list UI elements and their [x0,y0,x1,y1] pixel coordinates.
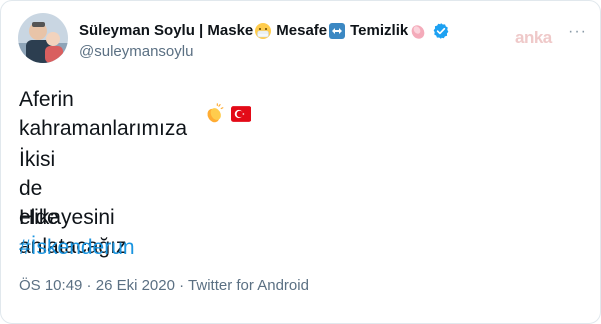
display-name[interactable]: Süleyman Soylu | Maske Mesafe Temizlik [79,21,452,41]
verified-badge-icon [433,23,449,39]
tweet-source[interactable]: Twitter for Android [188,277,309,294]
tweet-header: Süleyman Soylu | Maske Mesafe Temizlik @… [79,21,452,62]
meta-separator: · [174,277,189,294]
more-icon[interactable]: ··· [568,23,587,41]
clapping-hands-icon [207,103,224,123]
hashtag-link[interactable]: #İskenderun [19,233,135,262]
display-name-part2: Mesafe [276,22,328,39]
meta-separator: · [82,277,96,294]
turkey-flag-icon [230,106,252,122]
tweet-meta: ÖS 10:49 · 26 Eki 2020 · Twitter for And… [19,277,309,294]
display-name-part1: Süleyman Soylu | Maske [79,22,254,39]
anka-watermark: anka [515,28,552,47]
tweet-line-1: Aferin kahramanlarımıza [19,85,252,143]
tweet-date[interactable]: 26 Eki 2020 [96,277,175,294]
tweet-time[interactable]: ÖS 10:49 [19,277,82,294]
tweet-card: Süleyman Soylu | Maske Mesafe Temizlik @… [0,0,601,324]
username[interactable]: @suleymansoylu [79,42,452,62]
left-right-arrow-icon [329,23,346,39]
soap-icon [411,25,425,39]
avatar[interactable] [18,13,68,63]
mask-emoji-icon [255,23,272,39]
avatar-image [18,13,68,63]
tweet-line-1-text: Aferin kahramanlarımıza [19,88,188,140]
display-name-part3: Temizlik [350,22,409,39]
